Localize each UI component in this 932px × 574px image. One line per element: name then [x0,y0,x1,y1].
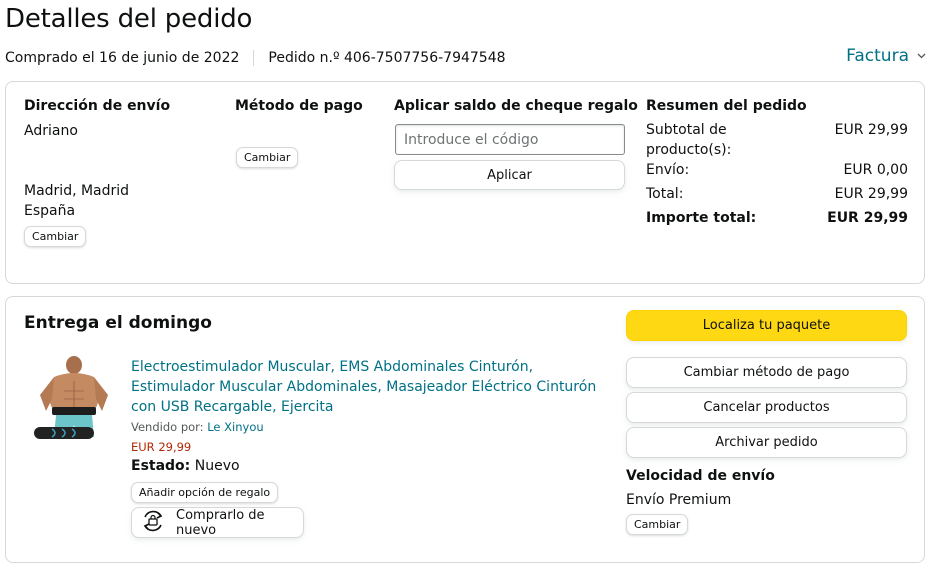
summary-value: EUR 29,99 [827,210,908,226]
summary-value: EUR 29,99 [834,122,908,138]
shipping-country: España [24,203,76,219]
summary-row-grand-total: Importe total: EUR 29,99 [646,208,908,228]
summary-label: Subtotal de producto(s): [646,122,732,158]
delivery-card: Entrega el domingo Electroestimulador Mu… [5,296,925,563]
summary-heading: Resumen del pedido [646,98,807,114]
summary-value: EUR 29,99 [834,186,908,202]
sold-by-label: Vendido por: [131,420,204,434]
archive-order-button[interactable]: Archivar pedido [626,427,907,458]
summary-row-shipping: Envío: EUR 0,00 [646,160,908,180]
gift-code-input[interactable] [395,124,625,155]
shipping-name: Adriano [24,123,78,139]
change-payment-method-button[interactable]: Cambiar [236,147,299,168]
summary-label: Total: [646,186,684,202]
reorder-icon [140,509,166,537]
sold-by: Vendido por: Le Xinyou [131,420,264,434]
payment-heading: Método de pago [235,98,363,114]
buy-again-label: Comprarlo de nuevo [176,507,265,538]
change-address-button[interactable]: Cambiar [24,226,87,247]
summary-row-total: Total: EUR 29,99 [646,184,908,204]
summary-row-subtotal: Subtotal de producto(s): EUR 29,99 [646,120,908,160]
order-info-card: Dirección de envío Adriano Madrid, Madri… [5,81,925,284]
shipping-speed-heading: Velocidad de envío [626,468,775,484]
chevron-down-icon [917,51,926,62]
divider [253,50,255,66]
invoice-dropdown[interactable]: Factura [846,46,926,66]
summary-label: Envío: [646,162,690,178]
summary-value: EUR 0,00 [843,162,908,178]
buy-again-button[interactable]: Comprarlo de nuevo [131,507,304,538]
shipping-speed-value: Envío Premium [626,492,732,508]
product-condition: Estado: Nuevo [131,458,240,474]
product-price: EUR 29,99 [131,440,192,454]
change-speed-button[interactable]: Cambiar [626,514,689,535]
order-number: Pedido n.º 406-7507756-7947548 [268,50,506,66]
condition-value: Nuevo [194,458,240,474]
page-title: Detalles del pedido [5,4,253,34]
order-meta: Comprado el 16 de junio de 2022 Pedido n… [5,50,506,66]
shipping-city: Madrid, Madrid [24,183,130,199]
invoice-label: Factura [846,46,909,66]
purchase-date: Comprado el 16 de junio de 2022 [5,50,240,66]
track-package-button[interactable]: Localiza tu paquete [626,310,907,341]
apply-gift-button[interactable]: Aplicar [394,160,625,190]
seller-link[interactable]: Le Xinyou [207,420,263,434]
delivery-heading: Entrega el domingo [24,313,212,333]
gift-card-heading: Aplicar saldo de cheque regalo [394,98,638,114]
shipping-heading: Dirección de envío [24,98,171,114]
condition-label: Estado: [131,458,191,474]
change-payment-button[interactable]: Cambiar método de pago [626,357,907,388]
product-image[interactable] [28,355,120,447]
add-gift-option-button[interactable]: Añadir opción de regalo [131,482,279,503]
summary-label: Importe total: [646,210,757,226]
cancel-items-button[interactable]: Cancelar productos [626,392,907,423]
product-title-link[interactable]: Electroestimulador Muscular, EMS Abdomin… [131,357,601,417]
